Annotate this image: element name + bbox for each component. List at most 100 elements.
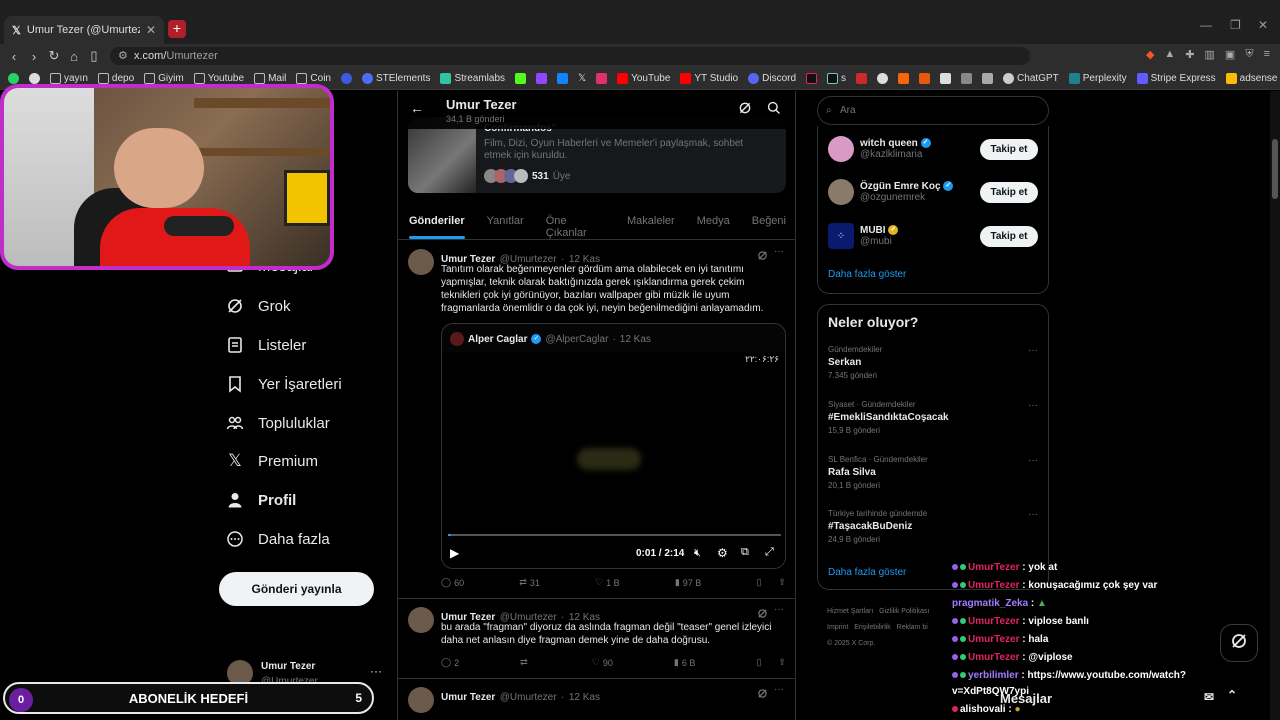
tweet-more-icon[interactable]: ··· <box>774 604 784 615</box>
tweet-author[interactable]: Umur Tezer <box>441 692 495 703</box>
tweet[interactable]: Umur Tezer @Umurtezer · 12 Kas ··· Tanıt… <box>398 241 795 599</box>
sidebar-item-profile[interactable]: Profil <box>226 491 296 509</box>
tweet-more-icon[interactable]: ··· <box>774 684 784 695</box>
tweet-date[interactable]: 12 Kas <box>569 692 600 703</box>
bookmark-doc[interactable] <box>982 73 994 84</box>
grok-icon[interactable] <box>738 101 752 120</box>
bookmark-folder-youtube[interactable]: Youtube <box>193 73 244 84</box>
footer-link[interactable]: Hizmet Şartları <box>827 608 873 615</box>
brave-shield-icon[interactable]: ◆ <box>1146 48 1154 61</box>
bookmark-bluesky[interactable] <box>557 73 569 84</box>
follow-suggestion[interactable]: ⁘ MUBI ✓ @mubi <box>828 223 899 249</box>
new-tab-button[interactable]: + <box>168 20 186 38</box>
bookmark-x[interactable]: 𝕏 <box>578 73 586 84</box>
video-player[interactable]: ۲۲:۰۶:۲۶ ▶ 0:01 / 2:14 🔇︎ ⚙ ⧉ ⤢ <box>442 352 785 568</box>
tab-media[interactable]: Medya <box>686 204 741 239</box>
trend-item[interactable]: Türkiye tarihinde gündemde #TaşacakBuDen… <box>828 509 1038 544</box>
vpn-icon[interactable]: ⛨ <box>1245 48 1253 61</box>
bookmark-stripe[interactable]: Stripe Express <box>1136 73 1216 84</box>
tab-articles[interactable]: Makaleler <box>616 204 686 239</box>
bookmark-yt-studio[interactable]: YT Studio <box>680 73 738 84</box>
bookmark-folder-yayin[interactable]: yayın <box>50 73 88 84</box>
menu-icon[interactable]: ≡ <box>1264 48 1270 61</box>
tab-highlights[interactable]: Öne Çıkanlar <box>535 204 616 239</box>
footer-link[interactable]: Imprint <box>827 624 848 631</box>
puzzle-icon[interactable]: ✚ <box>1185 48 1194 61</box>
follow-button[interactable]: Takip et <box>980 226 1038 247</box>
bookmark-folder-coin[interactable]: Coin <box>296 73 331 84</box>
account-more-icon[interactable]: ··· <box>370 664 382 678</box>
tab-likes[interactable]: Beğeni <box>741 204 795 239</box>
forward-icon[interactable]: › <box>24 49 44 64</box>
trend-more-icon[interactable]: ··· <box>1028 455 1038 466</box>
pip-icon[interactable]: ⧉ <box>741 546 749 559</box>
tweet-more-icon[interactable]: ··· <box>774 246 784 257</box>
sidebar-item-lists[interactable]: Listeler <box>226 336 306 354</box>
footer-link[interactable]: Reklam bi <box>897 624 928 631</box>
sidebar-item-bookmarks[interactable]: Yer İşaretleri <box>226 375 342 393</box>
restore-icon[interactable]: ❐ <box>1230 18 1241 32</box>
expand-icon[interactable]: ⌃ <box>1227 688 1237 702</box>
bookmark-r[interactable] <box>340 73 352 84</box>
bookmark-folder-depo[interactable]: depo <box>97 73 134 84</box>
back-icon[interactable]: ‹ <box>4 49 24 64</box>
bookmark-red[interactable] <box>856 73 868 84</box>
trend-more-icon[interactable]: ··· <box>1028 345 1038 356</box>
trend-item[interactable]: Siyaset · Gündemdekiler #EmekliSandıktaC… <box>828 400 1038 435</box>
follow-button[interactable]: Takip et <box>980 182 1038 203</box>
sidebar-item-more[interactable]: Daha fazla <box>226 530 330 548</box>
video-progress-track[interactable] <box>448 534 781 536</box>
bookmark-white[interactable] <box>940 73 952 84</box>
follow-suggestion[interactable]: witch queen ✓ @kazlklimaria <box>828 136 931 162</box>
bookmark-button[interactable]: ▯ ⇪ <box>756 577 786 588</box>
footer-link[interactable]: Gizlilik Politikası <box>879 608 929 615</box>
close-window-icon[interactable]: ✕ <box>1258 18 1268 32</box>
retweet-button[interactable]: ⇄ <box>520 657 531 668</box>
page-scrollbar[interactable] <box>1270 91 1280 720</box>
trend-item[interactable]: SL Benfica · Gündemdekiler Rafa Silva 20… <box>828 455 1038 490</box>
sidebar-item-premium[interactable]: 𝕏 Premium <box>226 451 318 470</box>
settings-gear-icon[interactable]: ⚙ <box>717 546 728 560</box>
reply-button[interactable]: ◯ 2 <box>441 657 459 668</box>
play-icon[interactable]: ▶ <box>450 546 459 560</box>
trend-more-icon[interactable]: ··· <box>1028 400 1038 411</box>
trend-more-icon[interactable]: ··· <box>1028 509 1038 520</box>
bookmark-folder-giyim[interactable]: Giyim <box>144 73 184 84</box>
views-button[interactable]: ▮ 97 B <box>675 577 701 588</box>
bookmark-tiktok-s[interactable]: s <box>827 73 846 84</box>
reply-button[interactable]: ◯ 60 <box>441 577 464 588</box>
tab-posts[interactable]: Gönderiler <box>398 204 476 239</box>
trend-item[interactable]: Gündemdekiler Serkan 7.345 gönderi ··· <box>828 345 1038 380</box>
bookmark-streamlabs[interactable]: Streamlabs <box>440 73 505 84</box>
close-tab-icon[interactable]: ✕ <box>146 23 156 37</box>
scrollbar-thumb[interactable] <box>1272 139 1278 199</box>
bookmark-circle[interactable] <box>877 73 889 84</box>
footer-link[interactable]: Erişilebilirlik <box>854 624 891 631</box>
tweet[interactable]: Umur Tezer @Umurtezer · 12 Kas ··· bu ar… <box>398 599 795 679</box>
tweet-avatar[interactable] <box>408 607 434 633</box>
bookmark-adsense[interactable]: adsense <box>1225 73 1277 84</box>
grok-explain-icon[interactable] <box>757 686 768 704</box>
views-button[interactable]: ▮ 6 B <box>674 657 695 668</box>
sidebar-item-communities[interactable]: Topluluklar <box>226 414 330 432</box>
tweet-avatar[interactable] <box>408 249 434 275</box>
retweet-button[interactable]: ⇄ 31 <box>519 577 540 588</box>
bookmark-discord[interactable]: Discord <box>748 73 796 84</box>
share-icon[interactable]: ⇪ <box>778 577 786 588</box>
bookmark-perplexity[interactable]: Perplexity <box>1068 73 1127 84</box>
new-message-icon[interactable]: ✉ <box>1204 690 1214 704</box>
url-field[interactable]: ⚙ x.com/Umurtezer <box>110 47 1030 65</box>
post-button[interactable]: Gönderi yayınla <box>219 572 374 606</box>
show-more-link[interactable]: Daha fazla göster <box>828 567 906 578</box>
bookmark-twitch[interactable] <box>536 73 548 84</box>
grok-floating-button[interactable] <box>1220 624 1258 662</box>
bookmark-folder-mail[interactable]: Mail <box>254 73 286 84</box>
bookmark-instagram[interactable] <box>596 73 608 84</box>
bookmark-kick[interactable] <box>515 73 527 84</box>
bookmark-chrome[interactable] <box>29 73 40 84</box>
like-button[interactable]: ♡ 1 B <box>595 577 620 588</box>
wallet-icon[interactable]: ▣ <box>1225 48 1235 61</box>
extension-icon[interactable]: ▲ <box>1164 48 1175 61</box>
home-icon[interactable]: ⌂ <box>64 49 84 64</box>
reload-icon[interactable]: ↻ <box>44 48 64 64</box>
